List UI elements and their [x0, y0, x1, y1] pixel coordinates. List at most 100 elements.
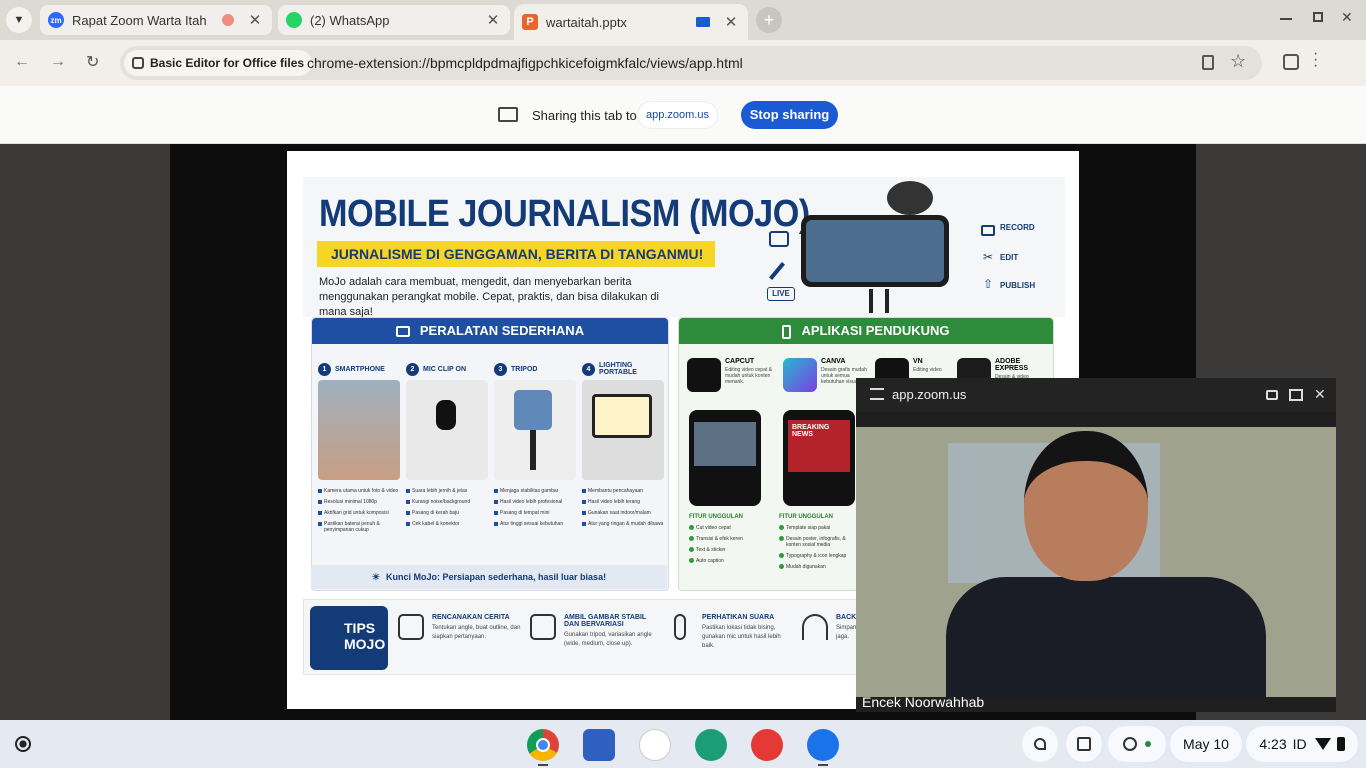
tab-zoom[interactable]: zm Rapat Zoom Warta Itah ✕: [40, 5, 272, 35]
zoom-pip-titlebar[interactable]: app.zoom.us ✕: [856, 378, 1336, 412]
install-page-icon[interactable]: [1202, 55, 1214, 70]
microphone-icon: [674, 614, 686, 640]
minimize-icon[interactable]: [1280, 18, 1292, 20]
tab-whatsapp[interactable]: (2) WhatsApp ✕: [278, 5, 510, 35]
close-icon[interactable]: ✕: [1314, 386, 1326, 403]
tool-point: Atur tinggi sesuai kebutuhan: [494, 521, 576, 527]
live-badge: LIVE: [767, 287, 795, 301]
tool-points: Kamera utama untuk foto & video Resolusi…: [318, 488, 400, 533]
tab-sharing-bar: Sharing this tab to app.zoom.us Stop sha…: [0, 86, 1366, 144]
mic-photo: [406, 380, 488, 480]
tools-panel-header: PERALATAN SEDERHANA: [312, 318, 668, 344]
status-dot-icon: [1145, 741, 1151, 747]
feature-item: Auto caption: [689, 558, 769, 564]
smartphone-photo: [318, 380, 400, 480]
bookmark-star-icon[interactable]: ☆: [1230, 51, 1246, 72]
action-publish: PUBLISH: [1000, 281, 1036, 290]
sharing-text: Sharing this tab to: [532, 108, 637, 123]
quick-settings-dnd[interactable]: [1108, 726, 1166, 762]
screen-capture-icon: [1077, 737, 1091, 751]
forward-arrow-icon[interactable]: →: [50, 53, 66, 71]
chrome-icon[interactable]: [527, 729, 559, 761]
pencil-icon: [769, 262, 785, 280]
slide-subtitle: JURNALISME DI GENGGAMAN, BERITA DI TANGA…: [317, 241, 715, 267]
canva-logo-icon: [783, 358, 817, 392]
feature-item: Template siap pakai: [779, 525, 859, 531]
close-icon[interactable]: ✕: [722, 13, 740, 31]
site-chip-label: Basic Editor for Office files: [150, 56, 305, 70]
running-indicator: [538, 764, 548, 766]
tool-points: Menjaga stabilitas gambar Hasil video le…: [494, 488, 576, 527]
restore-icon[interactable]: [1313, 12, 1323, 22]
canva-features: FITUR UNGGULAN Template siap pakai Desain …: [779, 514, 859, 570]
stop-sharing-button[interactable]: Stop sharing: [741, 101, 838, 129]
reader-icon[interactable]: [583, 729, 615, 761]
tool-point: Cek kabel & konektor: [406, 521, 488, 527]
participant-body: [946, 577, 1266, 697]
audio-recording-icon: [222, 14, 234, 26]
feature-item: Cut video cepat: [689, 525, 769, 531]
close-icon[interactable]: ✕: [246, 11, 264, 29]
tip-plan: RENCANAKAN CERITA Tentukan angle, buat ou…: [394, 614, 524, 642]
address-bar[interactable]: Basic Editor for Office files chrome-ext…: [120, 46, 1262, 80]
zoom-pip-title: app.zoom.us: [892, 387, 967, 402]
capcut-features: FITUR UNGGULAN Cut video cepat Transisi & …: [689, 514, 769, 564]
app-name: ADOBE EXPRESS: [995, 358, 1029, 372]
app-desc: Editing video cepat & mudah untuk konten…: [725, 367, 772, 385]
wifi-icon: [802, 614, 828, 640]
clipboard-icon: [398, 614, 424, 640]
stylus-tools-button[interactable]: [1022, 726, 1058, 762]
tool-label: TRIPOD: [511, 365, 538, 373]
paint-icon[interactable]: [751, 729, 783, 761]
more-menu-icon[interactable]: · · ·: [1313, 46, 1318, 74]
phone-screen-reporter: [806, 220, 944, 282]
feature-item: Typography & icon lengkap: [779, 553, 859, 559]
ruang-gtk-icon[interactable]: [639, 729, 671, 761]
tool-label: LIGHTING PORTABLE: [599, 362, 637, 376]
tools-panel-title: PERALATAN SEDERHANA: [419, 323, 585, 338]
upload-icon: ⇧: [983, 277, 994, 291]
tip-audio: PERHATIKAN SUARA Pastikan lokasi tidak bi…: [664, 614, 794, 651]
tab-search-button[interactable]: ▼: [6, 7, 32, 33]
close-icon[interactable]: ✕: [484, 11, 502, 29]
tool-point: Hasil video lebih terang: [582, 499, 664, 505]
tab-wartaitah[interactable]: P wartaitah.pptx ✕: [514, 4, 748, 40]
site-chip[interactable]: Basic Editor for Office files: [124, 50, 313, 76]
tool-point: Pasang di tempat mini: [494, 510, 576, 516]
kunci-text: Kunci MoJo: Persiapan sederhana, hasil l…: [386, 572, 607, 582]
screen-share-icon: [498, 107, 518, 122]
breaking-news-label: BREAKING NEWS: [788, 420, 850, 472]
tool-label: SMARTPHONE: [335, 365, 385, 373]
reload-icon[interactable]: ↻: [86, 52, 99, 72]
expand-icon[interactable]: [1289, 389, 1303, 401]
tool-points: Membantu pencahayaan Hasil video lebih t…: [582, 488, 664, 527]
participant-name: Encek Noorwahhab: [862, 694, 985, 710]
zoom-pip-window[interactable]: app.zoom.us ✕ Encek Noorwahhab: [856, 378, 1336, 712]
video-camera-icon[interactable]: [1266, 390, 1278, 400]
sharing-target[interactable]: app.zoom.us: [638, 102, 717, 128]
presentation-file-icon: P: [522, 14, 538, 30]
classroom-icon[interactable]: [695, 729, 727, 761]
status-tray[interactable]: 4:23 ID: [1246, 726, 1358, 762]
launcher-icon[interactable]: [15, 736, 31, 752]
back-arrow-icon[interactable]: ←: [14, 53, 30, 71]
feature-item: Desain poster, infografis, & konten sosi…: [779, 536, 859, 548]
tool-point: Pasang di kerah baju: [406, 510, 488, 516]
date-text: May 10: [1183, 736, 1229, 752]
feature-item: Transisi & efek keren: [689, 536, 769, 542]
new-tab-button[interactable]: +: [756, 7, 782, 33]
app-capcut: CAPCUT Editing video cepat & mudah untuk …: [687, 358, 777, 392]
clipboard-button[interactable]: [1066, 726, 1102, 762]
extensions-puzzle-icon[interactable]: [1283, 54, 1299, 70]
settings-sliders-icon[interactable]: [870, 388, 884, 400]
camera-icon: [981, 225, 995, 236]
window-close-icon[interactable]: ✕: [1341, 9, 1353, 26]
os-shelf: May 10 4:23 ID: [0, 720, 1366, 768]
url-text[interactable]: chrome-extension://bpmcpldpdmajfigpchkic…: [307, 55, 743, 71]
files-icon[interactable]: [807, 729, 839, 761]
date-pill[interactable]: May 10: [1170, 726, 1242, 762]
app-name: VN: [913, 358, 923, 365]
tool-point: Kamera utama untuk foto & video: [318, 488, 400, 494]
play-icon: [769, 231, 789, 247]
tool-point: Pastikan baterai penuh & penyimpanan cuk…: [318, 521, 400, 533]
